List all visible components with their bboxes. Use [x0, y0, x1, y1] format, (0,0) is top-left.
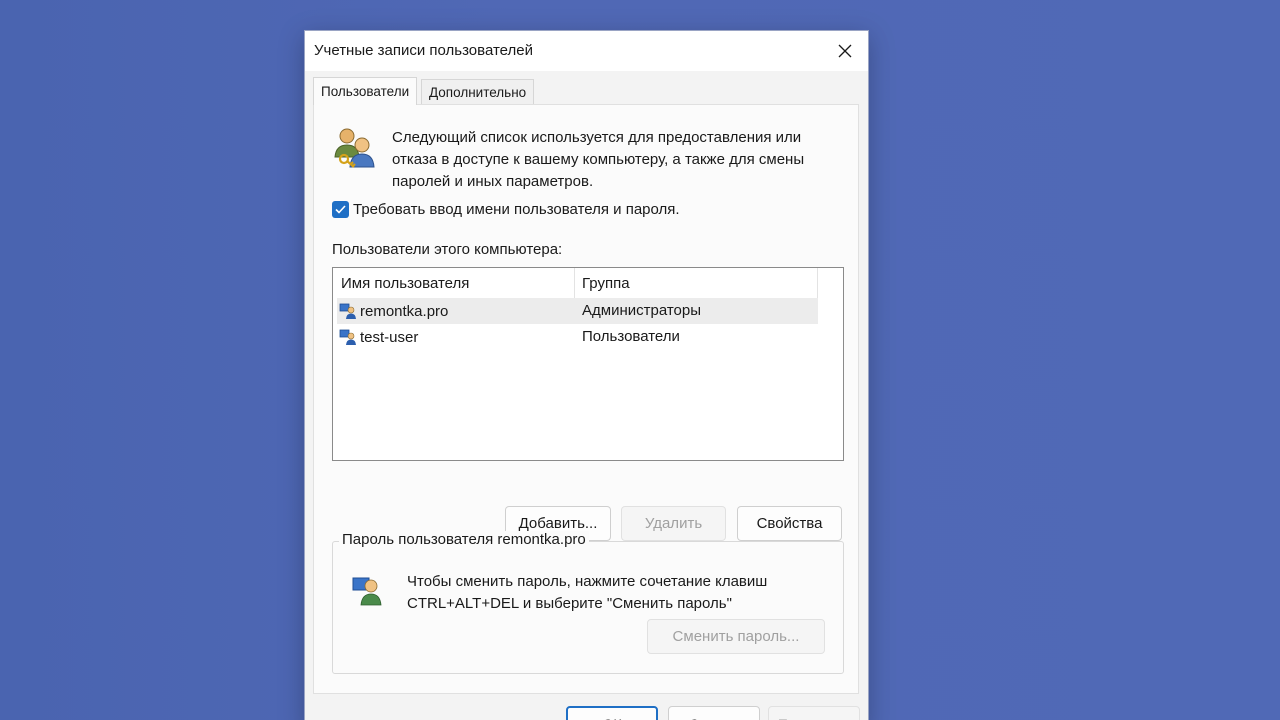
username-text: remontka.pro — [360, 302, 449, 320]
group-cell: Администраторы — [582, 302, 702, 319]
window-title: Учетные записи пользователей — [314, 42, 533, 59]
listview-header: Имя пользователя Группа — [333, 268, 818, 298]
password-group-title: Пароль пользователя remontka.pro — [339, 531, 589, 548]
users-key-icon — [334, 128, 375, 168]
checkmark-icon — [335, 205, 346, 214]
users-listview[interactable]: Имя пользователя Группа remontka.pro Адм… — [332, 267, 844, 461]
require-login-checkbox-row[interactable]: Требовать ввод имени пользователя и паро… — [332, 201, 680, 218]
table-row[interactable]: remontka.pro Администраторы — [337, 298, 818, 324]
title-bar: Учетные записи пользователей — [305, 31, 868, 71]
change-password-button[interactable]: Сменить пароль... — [647, 619, 825, 654]
tab-users[interactable]: Пользователи — [313, 77, 418, 105]
table-row[interactable]: test-user Пользователи — [337, 324, 818, 350]
column-header-username[interactable]: Имя пользователя — [333, 268, 575, 298]
apply-button[interactable]: Применить — [768, 706, 860, 720]
username-text: test-user — [360, 328, 419, 346]
intro-description: Следующий список используется для предос… — [392, 129, 805, 190]
user-account-icon — [339, 329, 356, 345]
tab-advanced[interactable]: Дополнительно — [421, 79, 535, 105]
user-password-icon — [352, 577, 382, 606]
require-login-label: Требовать ввод имени пользователя и паро… — [353, 201, 680, 218]
users-tab-panel: Следующий список используется для предос… — [313, 104, 859, 694]
column-header-group[interactable]: Группа — [575, 268, 818, 298]
cancel-button[interactable]: Отмена — [668, 706, 760, 720]
group-cell: Пользователи — [582, 328, 680, 345]
user-accounts-dialog: Учетные записи пользователей Пользовател… — [304, 30, 869, 720]
password-instructions: Чтобы сменить пароль, нажмите сочетание … — [407, 573, 768, 612]
close-icon — [838, 44, 852, 58]
username-cell: remontka.pro — [339, 302, 448, 320]
properties-button[interactable]: Свойства — [737, 506, 842, 541]
password-groupbox: Пароль пользователя remontka.pro Чтобы с… — [332, 531, 844, 674]
ok-button[interactable]: ОК — [566, 706, 658, 720]
close-button[interactable] — [822, 31, 868, 71]
user-account-icon — [339, 303, 356, 319]
remove-user-button[interactable]: Удалить — [621, 506, 726, 541]
users-list-label: Пользователи этого компьютера: — [332, 241, 563, 258]
require-login-checkbox[interactable] — [332, 201, 349, 218]
username-cell: test-user — [339, 328, 418, 346]
